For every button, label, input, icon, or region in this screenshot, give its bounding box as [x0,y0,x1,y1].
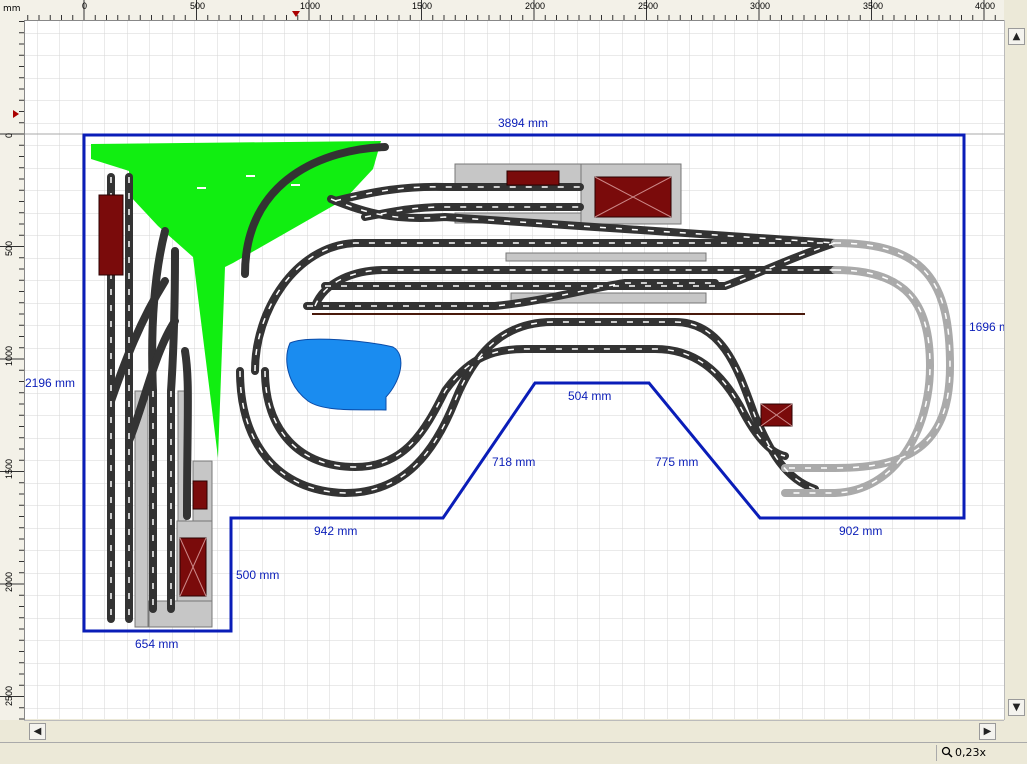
ruler-top-tick-1500: 1500 [412,1,432,11]
ruler-left-tick-2500: 2500 [4,686,14,706]
track-plan-drawing[interactable]: 3894 mm 1696 mm 2196 mm 654 mm 500 mm 94… [25,21,1004,719]
ruler-left-tick-2000: 2000 [4,572,14,592]
dimension-notch: 504 mm [568,389,611,403]
dimension-slope-left: 718 mm [492,455,535,469]
horizontal-scrollbar[interactable]: ◀ ▶ [24,720,1004,743]
scroll-left-button[interactable]: ◀ [29,723,46,740]
ruler-left-tick-1500: 1500 [4,459,14,479]
dimension-bottom-right: 902 mm [839,524,882,538]
ruler-horizontal-scale: 0 500 1000 1500 2000 2500 3000 3500 4000 [27,0,996,20]
dimension-bottom-left: 654 mm [135,637,178,651]
zoom-indicator[interactable]: 0,23x [936,745,1027,761]
dimension-right: 1696 mm [969,320,1004,334]
ruler-top-tick-0: 0 [82,1,87,11]
building-loop[interactable] [760,403,793,427]
scroll-up-button[interactable]: ▲ [1008,28,1025,45]
dimension-step: 500 mm [236,568,279,582]
building-station-small[interactable] [506,170,560,186]
ruler-top-tick-3500: 3500 [863,1,883,11]
ruler-vertical: 0 500 1000 1500 2000 2500 [0,20,25,720]
ruler-left-tick-0: 0 [4,133,14,138]
ruler-top-tick-4000: 4000 [975,1,995,11]
ruler-unit-label: mm [3,4,21,14]
ruler-top-tick-1000: 1000 [300,1,320,11]
dimension-top: 3894 mm [498,116,548,130]
arrow-down-icon: ▼ [1012,702,1021,713]
building-yard-large[interactable] [179,537,207,597]
layout-canvas[interactable]: 3894 mm 1696 mm 2196 mm 654 mm 500 mm 94… [25,21,1004,719]
building-station-large[interactable] [594,176,672,218]
ruler-top-tick-2500: 2500 [638,1,658,11]
status-bar: 0,23x [0,742,1027,764]
scroll-down-button[interactable]: ▼ [1008,699,1025,716]
ruler-horizontal: 0 500 1000 1500 2000 2500 3000 3500 4000 [24,0,1004,21]
dimension-bottom-mid: 942 mm [314,524,357,538]
ruler-left-tick-1000: 1000 [4,346,14,366]
ruler-left-tick-500: 500 [4,241,14,256]
building-yard-shed[interactable] [192,480,208,510]
ruler-cursor-marker-icon [292,11,300,17]
building-yard-tall[interactable] [98,194,124,276]
ruler-cursor-marker-icon [13,110,19,118]
dimension-slope-right: 775 mm [655,455,698,469]
platform-strip-2[interactable] [505,252,707,262]
ruler-unit: mm [0,0,25,21]
vertical-scrollbar[interactable]: ▲ ▼ [1004,20,1027,720]
scroll-right-button[interactable]: ▶ [979,723,996,740]
ruler-top-tick-2000: 2000 [525,1,545,11]
dimension-left: 2196 mm [25,376,75,390]
arrow-left-icon: ◀ [33,726,42,737]
ruler-vertical-scale: 0 500 1000 1500 2000 2500 [0,21,24,720]
ruler-top-tick-3000: 3000 [750,1,770,11]
arrow-up-icon: ▲ [1012,31,1021,42]
magnifier-icon [941,746,953,758]
ruler-top-tick-500: 500 [190,1,205,11]
arrow-right-icon: ▶ [983,726,992,737]
yard-platform-bottom[interactable] [148,600,213,628]
zoom-level: 0,23x [955,746,987,759]
